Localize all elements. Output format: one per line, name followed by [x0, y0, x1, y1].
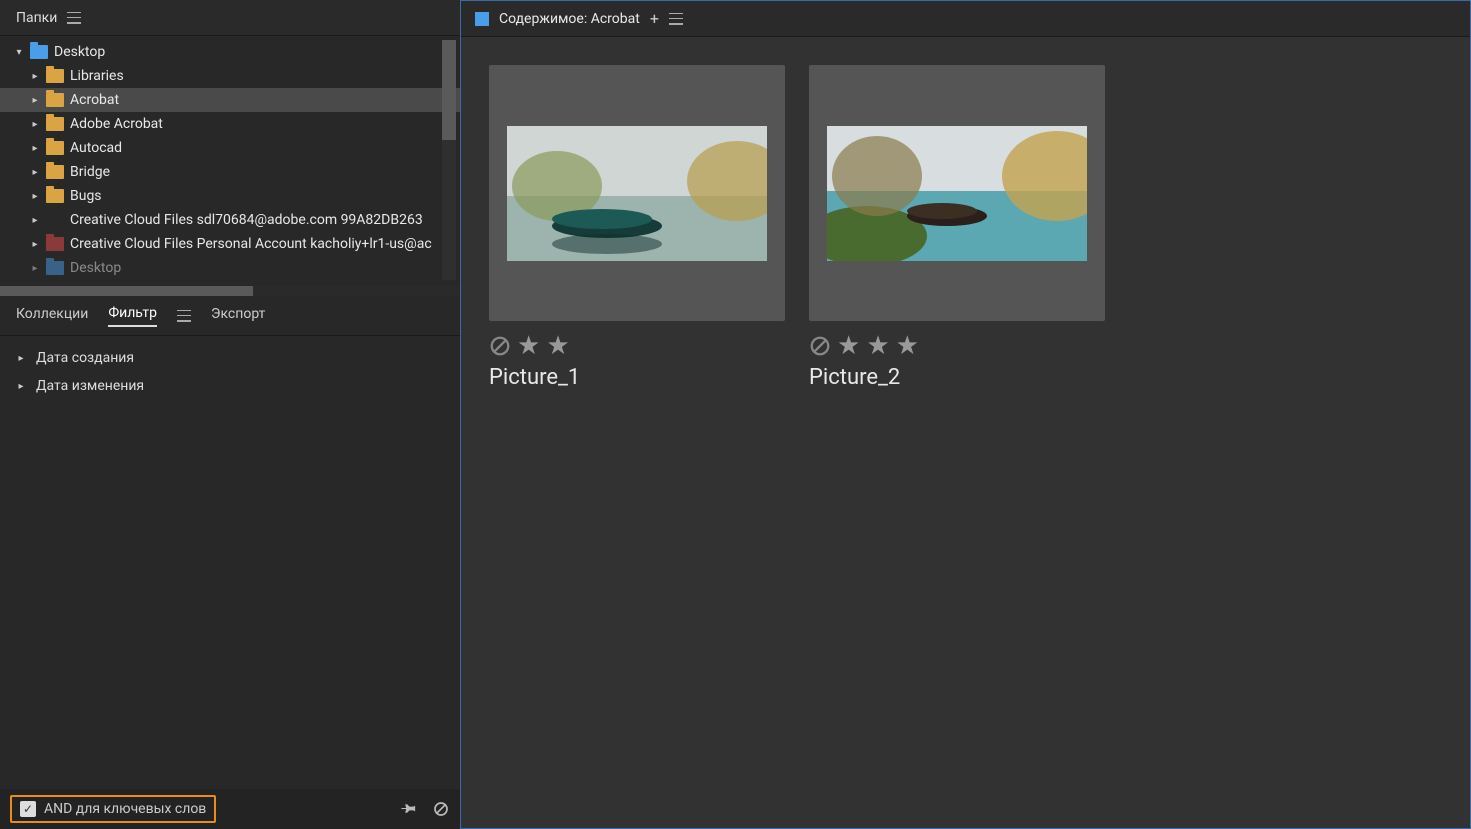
- tree-item-bridge[interactable]: Bridge: [0, 160, 460, 184]
- star-icon[interactable]: ★: [517, 331, 540, 361]
- thumbnail-name: Picture_2: [809, 365, 1105, 390]
- tree-item-libraries[interactable]: Libraries: [0, 64, 460, 88]
- folder-icon: [46, 237, 64, 251]
- content-panel: Содержимое: Acrobat + ★: [460, 0, 1471, 829]
- tree-item-acrobat[interactable]: Acrobat: [0, 88, 460, 112]
- folder-icon: [46, 93, 64, 107]
- filter-row-created[interactable]: Дата создания: [0, 344, 460, 372]
- thumbnail-box[interactable]: [809, 65, 1105, 321]
- folders-panel-header: Папки: [0, 0, 460, 36]
- content-body: ★ ★ Picture_1 ★: [461, 37, 1470, 828]
- reject-icon[interactable]: [809, 335, 831, 357]
- folders-panel-title: Папки: [16, 10, 57, 26]
- tab-collections[interactable]: Коллекции: [16, 306, 88, 326]
- checkbox-icon[interactable]: ✓: [20, 801, 36, 817]
- chevron-right-icon[interactable]: [16, 381, 26, 391]
- chevron-right-icon[interactable]: [30, 95, 40, 105]
- folder-icon: [46, 117, 64, 131]
- chevron-right-icon[interactable]: [30, 71, 40, 81]
- tree-item-ccfiles-2[interactable]: Creative Cloud Files Personal Account ka…: [0, 232, 460, 256]
- star-icon[interactable]: ★: [546, 331, 569, 361]
- tree-label: Adobe Acrobat: [70, 116, 163, 132]
- tree-label: Creative Cloud Files Personal Account ka…: [70, 236, 432, 252]
- and-keywords-toggle[interactable]: ✓ AND для ключевых слов: [10, 795, 216, 823]
- tree-label: Creative Cloud Files sdl70684@adobe.com …: [70, 212, 423, 228]
- tree-item-ccfiles-1[interactable]: Creative Cloud Files sdl70684@adobe.com …: [0, 208, 460, 232]
- folder-icon: [30, 45, 48, 59]
- thumbnail-box[interactable]: [489, 65, 785, 321]
- thumbnail-item[interactable]: ★ ★ Picture_1: [489, 65, 785, 390]
- cancel-icon[interactable]: [432, 800, 450, 818]
- content-menu-icon[interactable]: [669, 13, 683, 25]
- filter-body: Дата создания Дата изменения: [0, 336, 460, 789]
- chevron-right-icon[interactable]: [30, 263, 40, 273]
- folders-menu-icon[interactable]: [67, 12, 81, 24]
- folder-icon: [46, 165, 64, 179]
- chevron-right-icon[interactable]: [30, 119, 40, 129]
- folder-icon: [46, 261, 64, 275]
- filter-label: Дата изменения: [36, 378, 144, 394]
- filter-menu-icon[interactable]: [177, 310, 191, 322]
- star-icon[interactable]: ★: [837, 331, 860, 361]
- chevron-right-icon[interactable]: [30, 215, 40, 225]
- tree-item-desktop[interactable]: Desktop: [0, 40, 460, 64]
- horizontal-scrollbar[interactable]: [0, 286, 460, 296]
- chevron-right-icon[interactable]: [30, 143, 40, 153]
- tree-item-autocad[interactable]: Autocad: [0, 136, 460, 160]
- chevron-down-icon[interactable]: [14, 47, 24, 57]
- tree-scrollbar[interactable]: [442, 40, 456, 280]
- star-icon[interactable]: ★: [866, 331, 889, 361]
- content-header: Содержимое: Acrobat +: [461, 1, 1470, 37]
- horizontal-scrollbar-thumb[interactable]: [0, 286, 253, 296]
- rating-row: ★ ★ ★: [809, 331, 1105, 361]
- left-sidebar: Папки Desktop Libraries Acrobat Adobe Ac…: [0, 0, 460, 829]
- chevron-right-icon[interactable]: [30, 167, 40, 177]
- tree-item-desktop-2[interactable]: Desktop: [0, 256, 460, 280]
- tree-label: Bridge: [70, 164, 110, 180]
- add-tab-icon[interactable]: +: [650, 9, 659, 28]
- tree-scrollbar-thumb[interactable]: [442, 40, 456, 140]
- thumbnail-item[interactable]: ★ ★ ★ Picture_2: [809, 65, 1105, 390]
- thumbnail-image: [507, 126, 767, 261]
- tree-item-bugs[interactable]: Bugs: [0, 184, 460, 208]
- filter-label: Дата создания: [36, 350, 134, 366]
- folder-icon: [46, 141, 64, 155]
- rating-row: ★ ★: [489, 331, 785, 361]
- filter-tabs: Коллекции Фильтр Экспорт: [0, 296, 460, 336]
- tree-label: Libraries: [70, 68, 124, 84]
- tree-item-adobe-acrobat[interactable]: Adobe Acrobat: [0, 112, 460, 136]
- pin-icon[interactable]: [400, 800, 418, 818]
- content-title: Содержимое: Acrobat: [499, 11, 640, 27]
- thumbnail-image: [827, 126, 1087, 261]
- chevron-right-icon[interactable]: [16, 353, 26, 363]
- panel-indicator-icon: [475, 12, 489, 26]
- folder-icon: [46, 69, 64, 83]
- tab-export[interactable]: Экспорт: [211, 306, 265, 326]
- filter-row-modified[interactable]: Дата изменения: [0, 372, 460, 400]
- folder-icon: [46, 189, 64, 203]
- thumbnail-name: Picture_1: [489, 365, 785, 390]
- tree-label: Bugs: [70, 188, 102, 204]
- reject-icon[interactable]: [489, 335, 511, 357]
- bottom-bar: ✓ AND для ключевых слов: [0, 789, 460, 829]
- star-icon[interactable]: ★: [896, 331, 919, 361]
- tree-label: Autocad: [70, 140, 122, 156]
- chevron-right-icon[interactable]: [30, 239, 40, 249]
- folder-tree: Desktop Libraries Acrobat Adobe Acrobat …: [0, 36, 460, 286]
- tree-label: Desktop: [70, 260, 121, 276]
- chevron-right-icon[interactable]: [30, 191, 40, 201]
- tree-label: Acrobat: [70, 92, 119, 108]
- tab-filter[interactable]: Фильтр: [108, 305, 157, 327]
- and-keywords-label: AND для ключевых слов: [44, 801, 206, 817]
- tree-label: Desktop: [54, 44, 105, 60]
